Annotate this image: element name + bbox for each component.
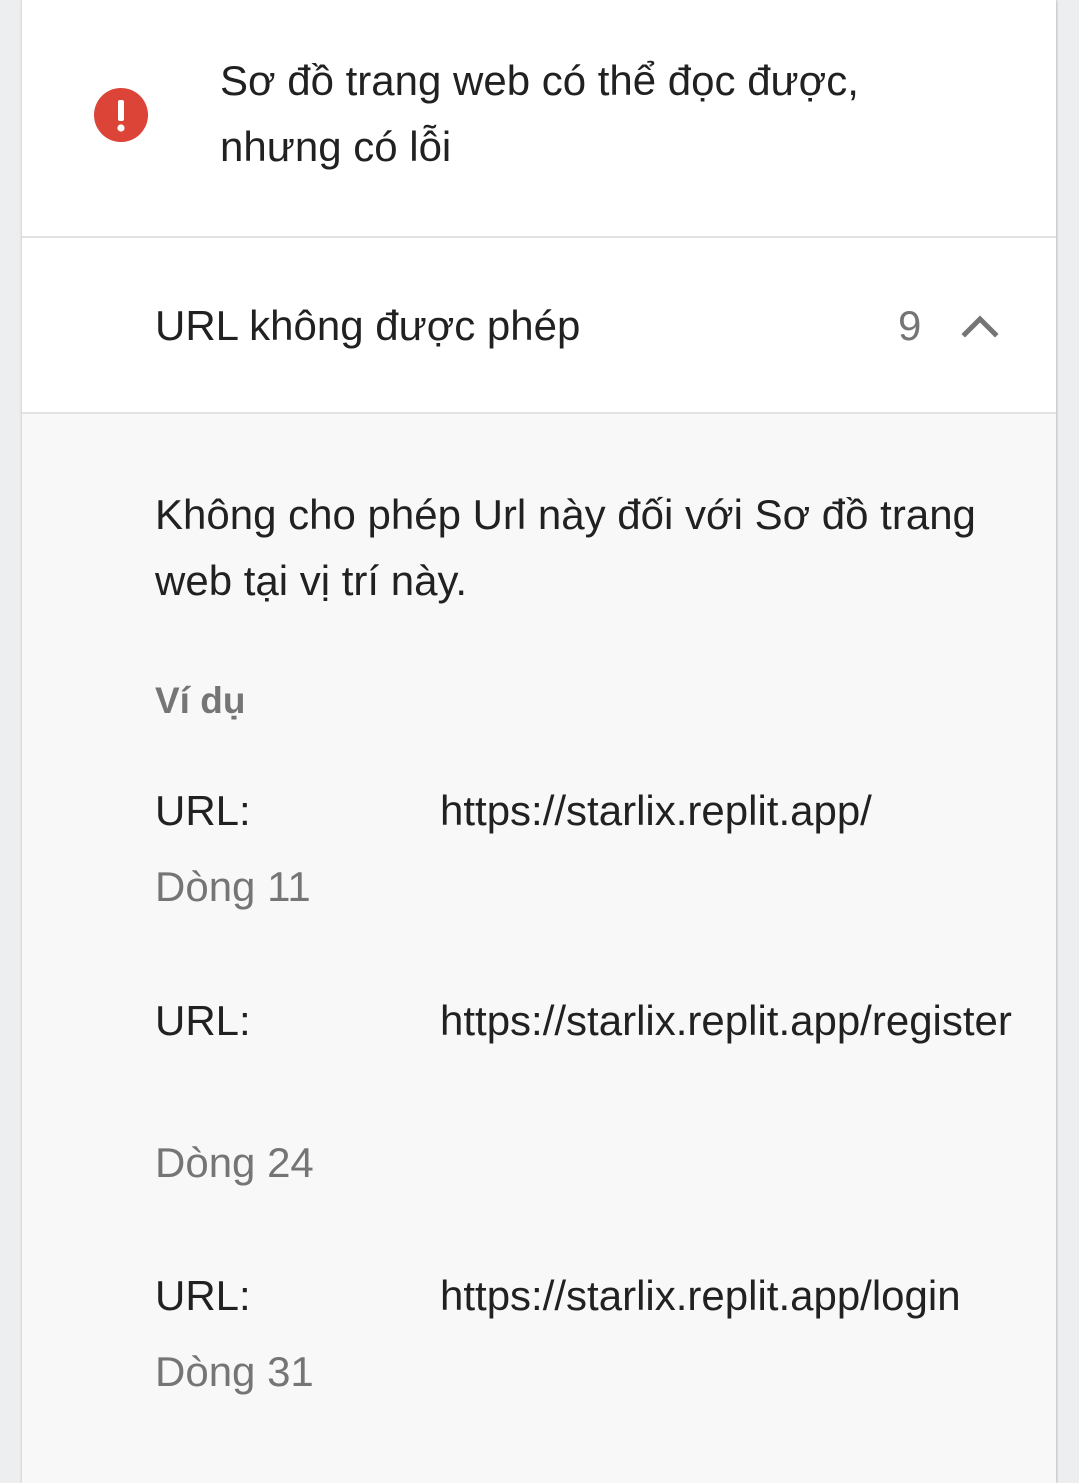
example-url[interactable]: https://starlix.replit.app/login [440,1263,1030,1329]
issue-title: URL không được phép [155,302,581,349]
status-message: Sơ đồ trang web có thể đọc được, nhưng c… [220,57,859,170]
issue-description: Không cho phép Url này đối với Sơ đồ tra… [155,491,976,604]
exclamation-glyph [117,100,125,132]
examples-heading: Ví dụ [155,680,246,721]
example-label: URL: [155,787,251,834]
example-url[interactable]: https://starlix.replit.app/register [440,988,1030,1054]
example-label: URL: [155,1272,251,1319]
sitemap-report-card: Sơ đồ trang web có thể đọc được, nhưng c… [22,0,1056,1483]
example-line-number: Dòng 11 [155,863,311,910]
status-row: Sơ đồ trang web có thể đọc được, nhưng c… [22,0,1056,238]
chevron-up-icon[interactable] [960,308,1000,344]
example-label: URL: [155,997,251,1044]
issue-count: 9 [898,302,922,349]
error-icon [94,88,148,142]
issue-row-disallowed-url[interactable]: URL không được phép 9 [22,238,1056,414]
example-url[interactable]: https://starlix.replit.app/ [440,778,1030,844]
example-line-number: Dòng 24 [155,1139,314,1186]
example-line-number: Dòng 31 [155,1348,314,1395]
issue-details: Không cho phép Url này đối với Sơ đồ tra… [22,414,1056,1483]
